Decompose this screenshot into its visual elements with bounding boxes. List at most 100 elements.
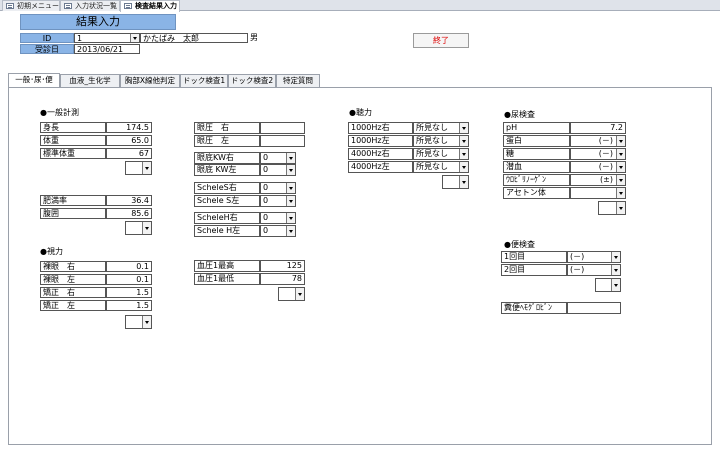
urine-ph-value[interactable]: 7.2 (570, 122, 626, 134)
hearing-1000-left-combo[interactable]: 所見なし (413, 135, 469, 147)
naked-eye-right-value[interactable]: 0.1 (106, 261, 152, 272)
chevron-down-icon[interactable] (616, 136, 625, 146)
hearing-section-title: ●聴力 (349, 108, 372, 117)
chevron-down-icon[interactable] (459, 176, 468, 188)
fundus-kw-left-combo[interactable]: 0 (260, 164, 296, 176)
obesity-rate-label: 肥満率 (40, 195, 106, 206)
doc-tab-initial-menu[interactable]: 初期メニュー (2, 0, 60, 11)
urine-acetone-combo[interactable] (570, 187, 626, 199)
naked-eye-left-value[interactable]: 0.1 (106, 274, 152, 285)
corrected-left-value[interactable]: 1.5 (106, 300, 152, 311)
corrected-right-label: 矯正 右 (40, 287, 106, 298)
urine-occult-blood-combo[interactable]: (－) (570, 161, 626, 173)
page-title: 結果入力 (20, 14, 176, 30)
tab-dock-exam-1[interactable]: ドック検査1 (180, 74, 228, 87)
schele-h-right-combo[interactable]: 0 (260, 212, 296, 224)
chevron-down-icon[interactable] (142, 222, 151, 234)
standard-weight-label: 標準体重 (40, 148, 106, 159)
close-button[interactable]: 終了 (413, 33, 469, 48)
chevron-down-icon[interactable] (142, 162, 151, 174)
chevron-down-icon[interactable] (286, 183, 295, 193)
tab-general-urine-stool[interactable]: 一般･尿･便 (8, 73, 60, 88)
bp-diastolic-value[interactable]: 78 (260, 273, 305, 285)
doc-tab-input-status[interactable]: 入力状況一覧 (60, 0, 120, 11)
standard-weight-value[interactable]: 67 (106, 148, 152, 159)
bp-diastolic-label: 血圧1最低 (194, 273, 260, 285)
stool-combo[interactable] (595, 278, 621, 292)
urine-urobilinogen-combo[interactable]: (±) (570, 174, 626, 186)
doc-tab-result-input[interactable]: 検査結果入力 (120, 0, 180, 12)
general-section-title: ●一般計測 (40, 108, 79, 117)
bp-combo[interactable] (278, 287, 305, 301)
chevron-down-icon[interactable] (142, 316, 151, 328)
hearing-combo[interactable] (442, 175, 469, 189)
chevron-down-icon[interactable] (616, 188, 625, 198)
hearing-4000-left-combo[interactable]: 所見なし (413, 161, 469, 173)
chevron-down-icon[interactable] (611, 252, 620, 262)
chevron-down-icon[interactable] (616, 175, 625, 185)
chevron-down-icon[interactable] (459, 136, 468, 146)
vision-section-title: ●視力 (40, 247, 63, 256)
chevron-down-icon[interactable] (286, 153, 295, 163)
hearing-1000-right-label: 1000Hz右 (348, 122, 413, 134)
eye-pressure-left-value[interactable] (260, 135, 305, 147)
stool-first-combo[interactable]: (－) (567, 251, 621, 263)
chevron-down-icon[interactable] (616, 162, 625, 172)
chevron-down-icon[interactable] (611, 279, 620, 291)
fundus-kw-left-label: 眼底 KW左 (194, 164, 260, 176)
schele-s-right-combo[interactable]: 0 (260, 182, 296, 194)
exam-date-field[interactable]: 2013/06/21 (74, 44, 140, 54)
bp-systolic-value[interactable]: 125 (260, 260, 305, 272)
schele-h-left-combo[interactable]: 0 (260, 225, 296, 237)
urine-combo[interactable] (598, 201, 626, 215)
weight-value[interactable]: 65.0 (106, 135, 152, 146)
fecal-hemoglobin-value[interactable] (567, 302, 621, 314)
chevron-down-icon[interactable] (130, 34, 139, 42)
waist-value[interactable]: 85.6 (106, 208, 152, 219)
hearing-1000-left-label: 1000Hz左 (348, 135, 413, 147)
general-combo-2[interactable] (125, 221, 152, 235)
form-icon (64, 3, 72, 9)
naked-eye-left-label: 裸眼 左 (40, 274, 106, 285)
fundus-kw-right-combo[interactable]: 0 (260, 152, 296, 164)
chevron-down-icon[interactable] (459, 123, 468, 133)
chevron-down-icon[interactable] (295, 288, 304, 300)
tab-chest-xray[interactable]: 胸部X線他判定 (120, 74, 180, 87)
chevron-down-icon[interactable] (286, 226, 295, 236)
schele-s-left-combo[interactable]: 0 (260, 195, 296, 207)
general-combo-1[interactable] (125, 161, 152, 175)
obesity-rate-value[interactable]: 36.4 (106, 195, 152, 206)
stool-first-label: 1回目 (501, 251, 567, 263)
urine-occult-blood-label: 潜血 (503, 161, 570, 173)
patient-name-field: かたばみ 太郎 (140, 33, 248, 43)
id-label: ID (20, 33, 74, 43)
vision-combo[interactable] (125, 315, 152, 329)
tab-blood-biochem[interactable]: 血液_生化学 (60, 74, 120, 87)
chevron-down-icon[interactable] (616, 149, 625, 159)
chevron-down-icon[interactable] (616, 202, 625, 214)
schele-s-right-label: ScheleS右 (194, 182, 260, 194)
urine-protein-combo[interactable]: (－) (570, 135, 626, 147)
stool-second-label: 2回目 (501, 264, 567, 276)
urine-sugar-combo[interactable]: (－) (570, 148, 626, 160)
chevron-down-icon[interactable] (459, 149, 468, 159)
chevron-down-icon[interactable] (459, 162, 468, 172)
id-combo[interactable]: 1 (74, 33, 140, 43)
tab-specific-questions[interactable]: 特定質問 (276, 74, 320, 87)
document-tab-bar: 初期メニュー 入力状況一覧 検査結果入力 (0, 0, 720, 12)
hearing-4000-right-combo[interactable]: 所見なし (413, 148, 469, 160)
hearing-1000-right-combo[interactable]: 所見なし (413, 122, 469, 134)
corrected-right-value[interactable]: 1.5 (106, 287, 152, 298)
urine-protein-label: 蛋白 (503, 135, 570, 147)
urine-urobilinogen-label: ｳﾛﾋﾞﾘﾉｰｹﾞﾝ (503, 174, 570, 186)
waist-label: 腹囲 (40, 208, 106, 219)
tab-dock-exam-2[interactable]: ドック検査2 (228, 74, 276, 87)
chevron-down-icon[interactable] (286, 196, 295, 206)
corrected-left-label: 矯正 左 (40, 300, 106, 311)
chevron-down-icon[interactable] (286, 213, 295, 223)
eye-pressure-right-value[interactable] (260, 122, 305, 134)
chevron-down-icon[interactable] (611, 265, 620, 275)
height-value[interactable]: 174.5 (106, 122, 152, 133)
chevron-down-icon[interactable] (286, 165, 295, 175)
stool-second-combo[interactable]: (－) (567, 264, 621, 276)
